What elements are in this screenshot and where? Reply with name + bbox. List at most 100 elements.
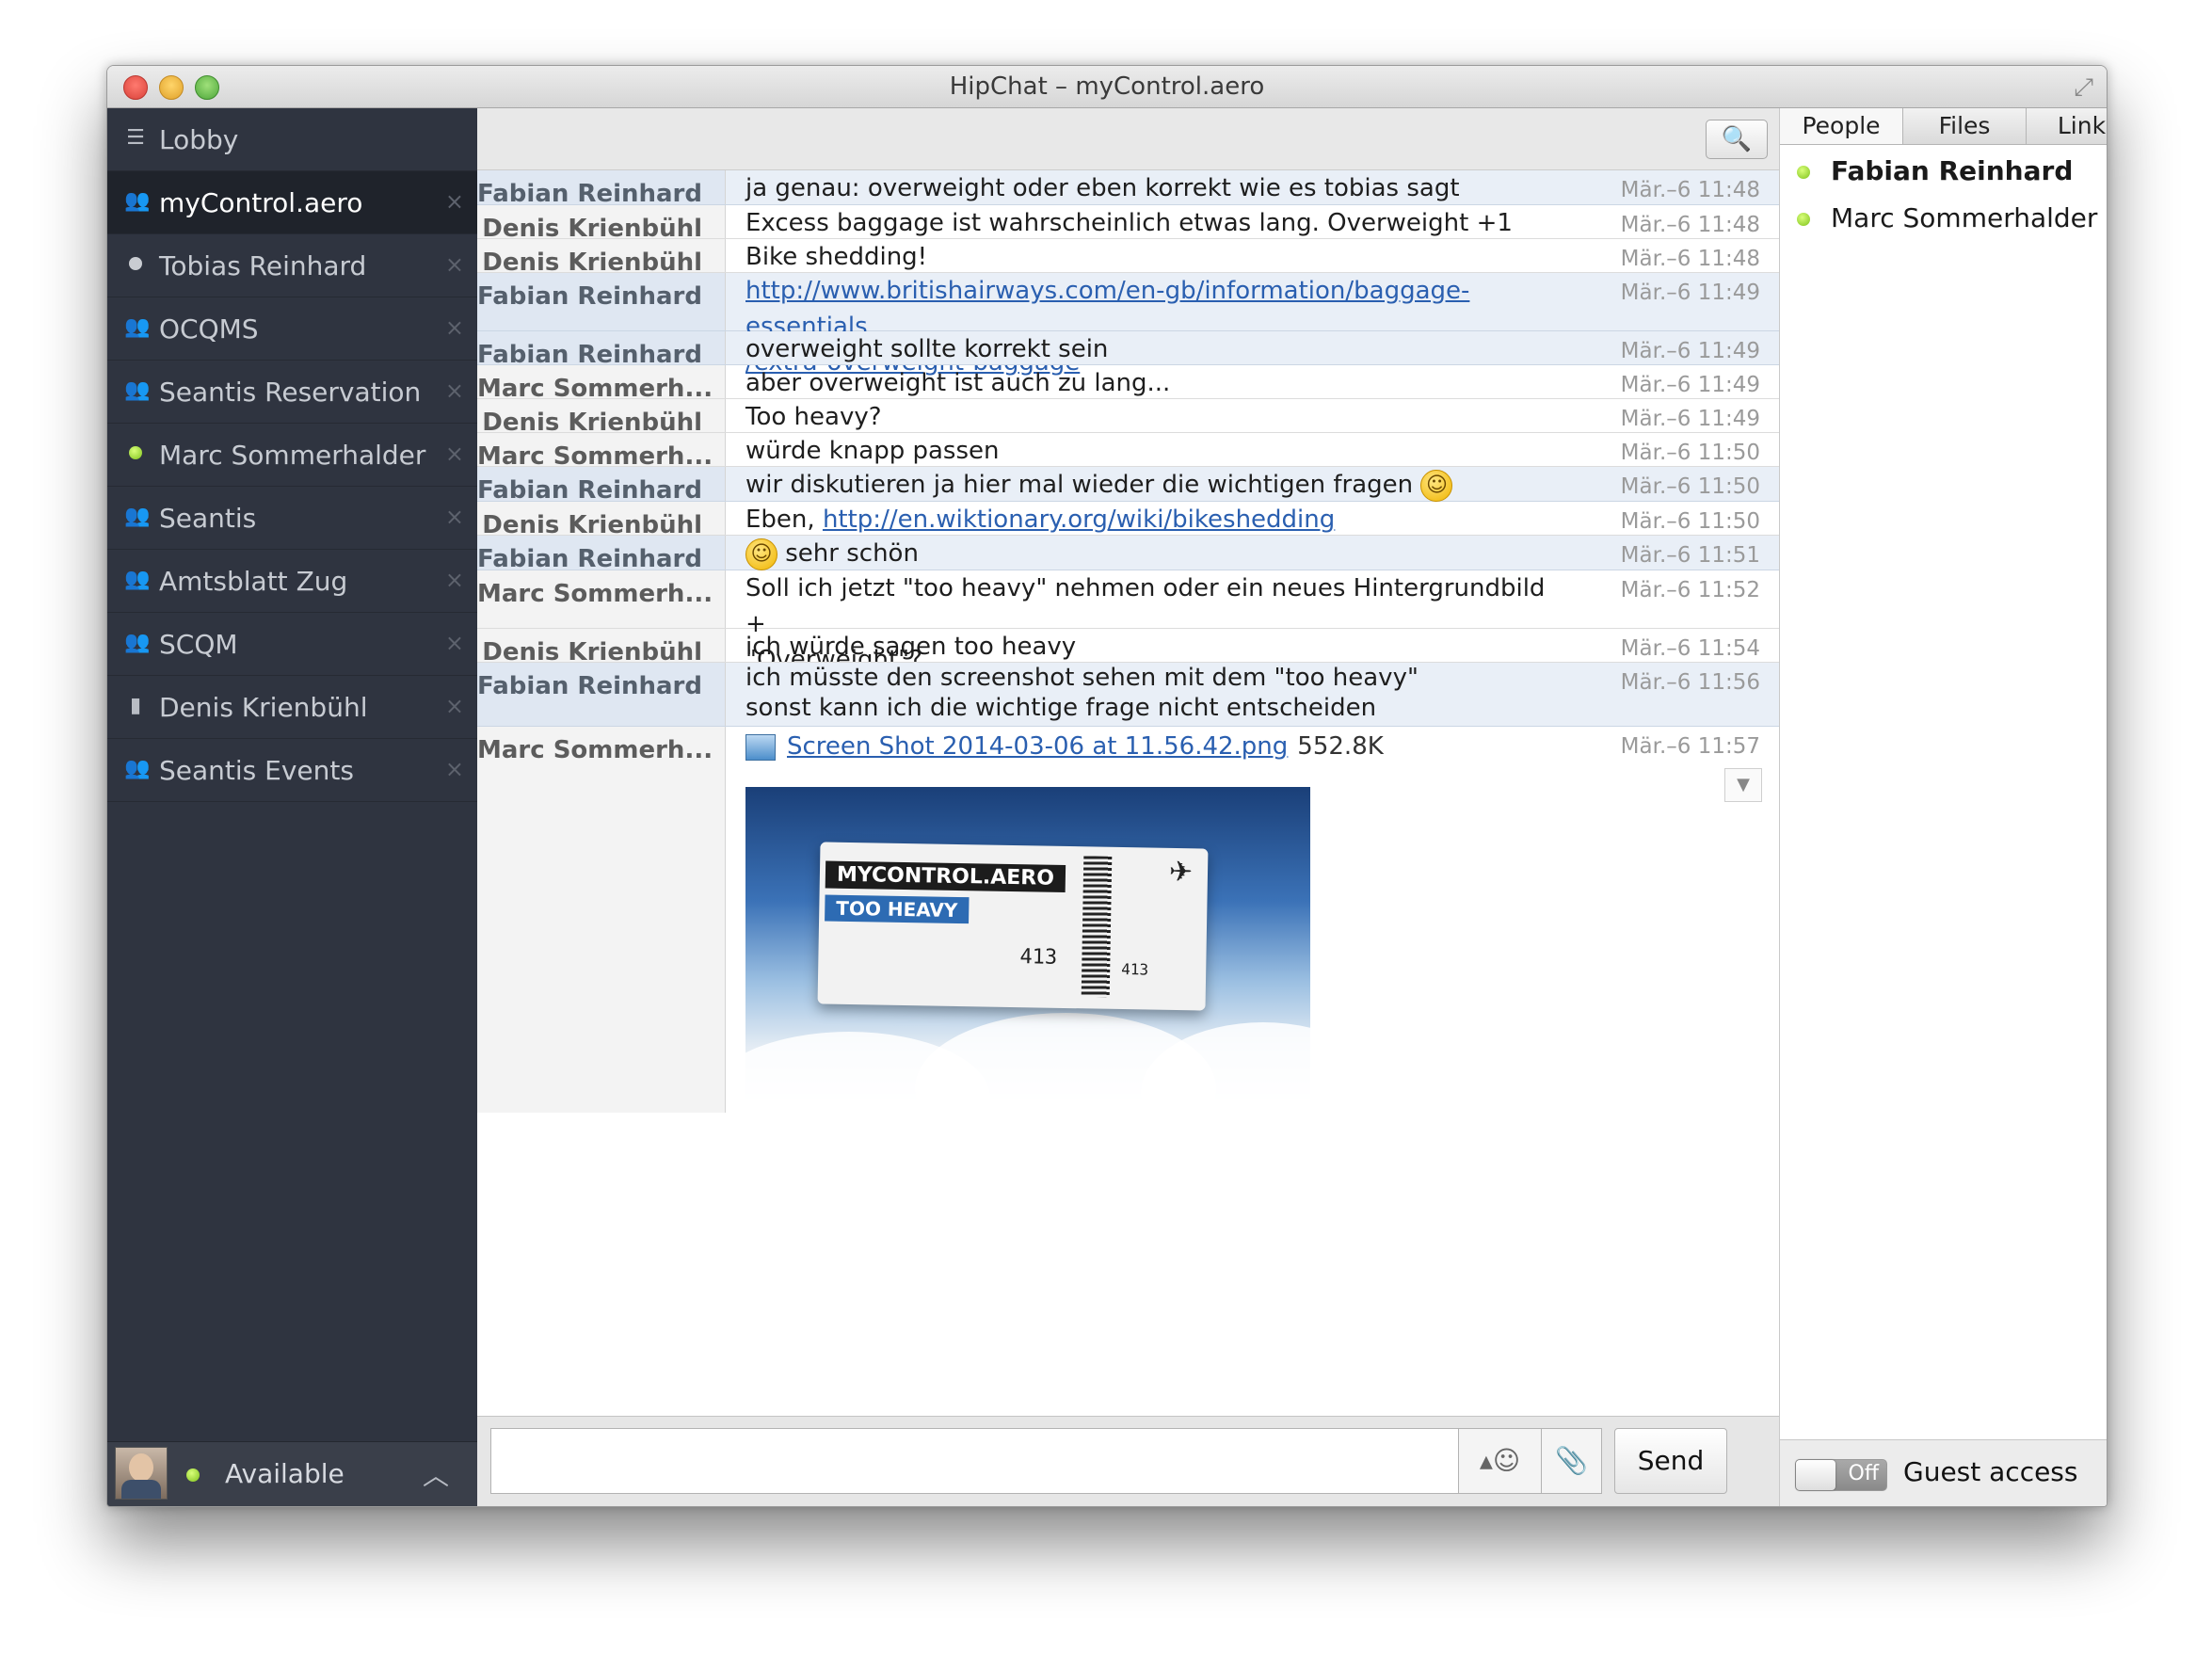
message-sender: Denis Krienbühl: [477, 239, 726, 277]
status-bar[interactable]: Available ︿: [107, 1441, 477, 1506]
message-time: Mär.–6 11:49: [1620, 373, 1760, 397]
file-size: 552.8K: [1297, 732, 1384, 761]
message-text: Excess baggage ist wahrscheinlich etwas …: [745, 209, 1513, 237]
message-time: Mär.–6 11:48: [1620, 178, 1760, 202]
preview-subtitle: TOO HEAVY: [825, 894, 970, 924]
search-button[interactable]: 🔍: [1706, 120, 1768, 159]
person-name: Marc Sommerhalder: [1831, 202, 2098, 233]
message-text: aber overweight ist auch zu lang...: [745, 369, 1171, 397]
close-room-icon[interactable]: ×: [445, 188, 464, 215]
avatar[interactable]: [115, 1447, 168, 1500]
sidebar-item-lobby[interactable]: ☰ Lobby: [107, 108, 477, 171]
close-room-icon[interactable]: ×: [445, 314, 464, 341]
message-text: ich müsste den screenshot sehen mit dem …: [745, 663, 1546, 723]
room-label: Seantis Events: [159, 755, 354, 786]
guest-access-bar: Off Guest access: [1780, 1439, 2107, 1506]
boarding-pass-graphic: MYCONTROL.AERO TOO HEAVY 413 ✈ 413: [817, 842, 1209, 1011]
emoticon-button[interactable]: ▴☺: [1459, 1428, 1542, 1494]
message-sender: Fabian Reinhard: [477, 467, 726, 505]
message-time: Mär.–6 11:56: [1620, 670, 1760, 695]
message-row: Marc Sommerh... Screen Shot 2014-03-06 a…: [477, 727, 1779, 1113]
tab-people[interactable]: People: [1780, 108, 1903, 144]
smiley-emoticon-icon: ☺: [745, 538, 777, 570]
image-preview[interactable]: MYCONTROL.AERO TOO HEAVY 413 ✈ 413: [745, 787, 1310, 1113]
close-room-icon[interactable]: ×: [445, 630, 464, 656]
sidebar-item-ocqms[interactable]: 👥 OCQMS ×: [107, 297, 477, 361]
message-row: Denis Krienbühl ich würde sagen too heav…: [477, 629, 1779, 666]
person-item[interactable]: Fabian Reinhard: [1797, 155, 2073, 186]
sidebar-item-mycontrol-aero[interactable]: 👥 myControl.aero ×: [107, 171, 477, 234]
message-sender: Denis Krienbühl: [477, 399, 726, 437]
sidebar-item-scqm[interactable]: 👥 SCQM ×: [107, 613, 477, 676]
message-text: ja genau: overweight oder eben korrekt w…: [745, 174, 1460, 202]
fullscreen-icon[interactable]: ⤢: [2074, 73, 2093, 103]
sidebar-item-tobias-reinhard[interactable]: Tobias Reinhard ×: [107, 234, 477, 297]
message-link[interactable]: http://en.wiktionary.org/wiki/bikesheddi…: [823, 506, 1335, 534]
group-icon: 👥: [124, 378, 151, 402]
message-time: Mär.–6 11:52: [1620, 578, 1760, 602]
message-time: Mär.–6 11:50: [1620, 474, 1760, 499]
smiley-icon: ▴☺: [1479, 1445, 1521, 1476]
message-row: Fabian Reinhard wir diskutieren ja hier …: [477, 467, 1779, 505]
smiley-emoticon-icon: ☺: [1420, 469, 1453, 502]
message-time: Mär.–6 11:50: [1620, 509, 1760, 534]
sidebar-item-seantis-reservation[interactable]: 👥 Seantis Reservation ×: [107, 361, 477, 424]
guest-access-toggle[interactable]: Off: [1795, 1459, 1887, 1491]
group-icon: 👥: [124, 505, 151, 528]
attach-file-button[interactable]: 📎: [1542, 1428, 1602, 1494]
send-button[interactable]: Send: [1614, 1428, 1727, 1494]
room-label: SCQM: [159, 629, 238, 660]
group-icon: 👥: [124, 568, 151, 591]
message-time: Mär.–6 11:49: [1620, 407, 1760, 431]
message-row: Fabian Reinhard http://www.britishairway…: [477, 273, 1779, 377]
window-title: HipChat – myControl.aero: [949, 72, 1265, 101]
message-input[interactable]: [490, 1428, 1459, 1494]
message-time: Mär.–6 11:54: [1620, 636, 1760, 661]
message-sender: Denis Krienbühl: [477, 502, 726, 539]
close-room-icon[interactable]: ×: [445, 377, 464, 404]
message-text-content: wir diskutieren ja hier mal wieder die w…: [745, 471, 1414, 499]
close-room-icon[interactable]: ×: [445, 441, 464, 467]
message-text-line: sonst kann ich die wichtige frage nicht …: [745, 694, 1377, 722]
sidebar-item-denis-krienbuehl[interactable]: ▮ Denis Krienbühl ×: [107, 676, 477, 739]
close-room-icon[interactable]: ×: [445, 756, 464, 782]
sidebar-item-marc-sommerhalder[interactable]: Marc Sommerhalder ×: [107, 424, 477, 487]
tab-links[interactable]: Links: [2027, 108, 2107, 144]
close-room-icon[interactable]: ×: [445, 567, 464, 593]
group-icon: 👥: [124, 757, 151, 780]
online-status-icon: [1797, 213, 1810, 226]
message-sender: Fabian Reinhard: [477, 331, 726, 369]
message-time: Mär.–6 11:50: [1620, 441, 1760, 465]
chevron-up-icon[interactable]: ︿: [423, 1455, 449, 1493]
message-sender: Fabian Reinhard: [477, 663, 726, 726]
message-text-content: sehr schön: [785, 539, 919, 568]
message-text-line: ich müsste den screenshot sehen mit dem …: [745, 664, 1419, 692]
online-status-icon: [1797, 166, 1810, 179]
message-sender: Fabian Reinhard: [477, 536, 726, 573]
barcode-graphic: [1081, 856, 1113, 998]
message-sender: Denis Krienbühl: [477, 629, 726, 666]
message-time: Mär.–6 11:48: [1620, 247, 1760, 271]
person-item[interactable]: Marc Sommerhalder: [1797, 202, 2097, 233]
close-room-icon[interactable]: ×: [445, 693, 464, 719]
sidebar-item-seantis[interactable]: 👥 Seantis ×: [107, 487, 477, 550]
room-label: Denis Krienbühl: [159, 692, 368, 723]
file-link[interactable]: Screen Shot 2014-03-06 at 11.56.42.png: [787, 732, 1288, 761]
message-time: Mär.–6 11:51: [1620, 543, 1760, 568]
room-label: myControl.aero: [159, 187, 363, 218]
toggle-label: Off: [1848, 1462, 1879, 1485]
offline-status-icon: [124, 253, 147, 276]
message-text: wir diskutieren ja hier mal wieder die w…: [745, 467, 1546, 503]
sidebar-item-seantis-events[interactable]: 👥 Seantis Events ×: [107, 739, 477, 802]
collapse-preview-button[interactable]: ▼: [1724, 768, 1762, 802]
tab-files[interactable]: Files: [1903, 108, 2027, 144]
message-sender: Marc Sommerh...: [477, 433, 726, 471]
close-room-icon[interactable]: ×: [445, 251, 464, 278]
paperclip-icon: 📎: [1555, 1445, 1588, 1476]
message-text: Bike shedding!: [745, 243, 928, 271]
message-list[interactable]: Fabian Reinhard ja genau: overweight ode…: [477, 170, 1779, 1411]
online-status-icon: [186, 1468, 200, 1482]
close-room-icon[interactable]: ×: [445, 504, 464, 530]
sidebar-item-amtsblatt-zug[interactable]: 👥 Amtsblatt Zug ×: [107, 550, 477, 613]
room-label: Tobias Reinhard: [159, 250, 367, 281]
